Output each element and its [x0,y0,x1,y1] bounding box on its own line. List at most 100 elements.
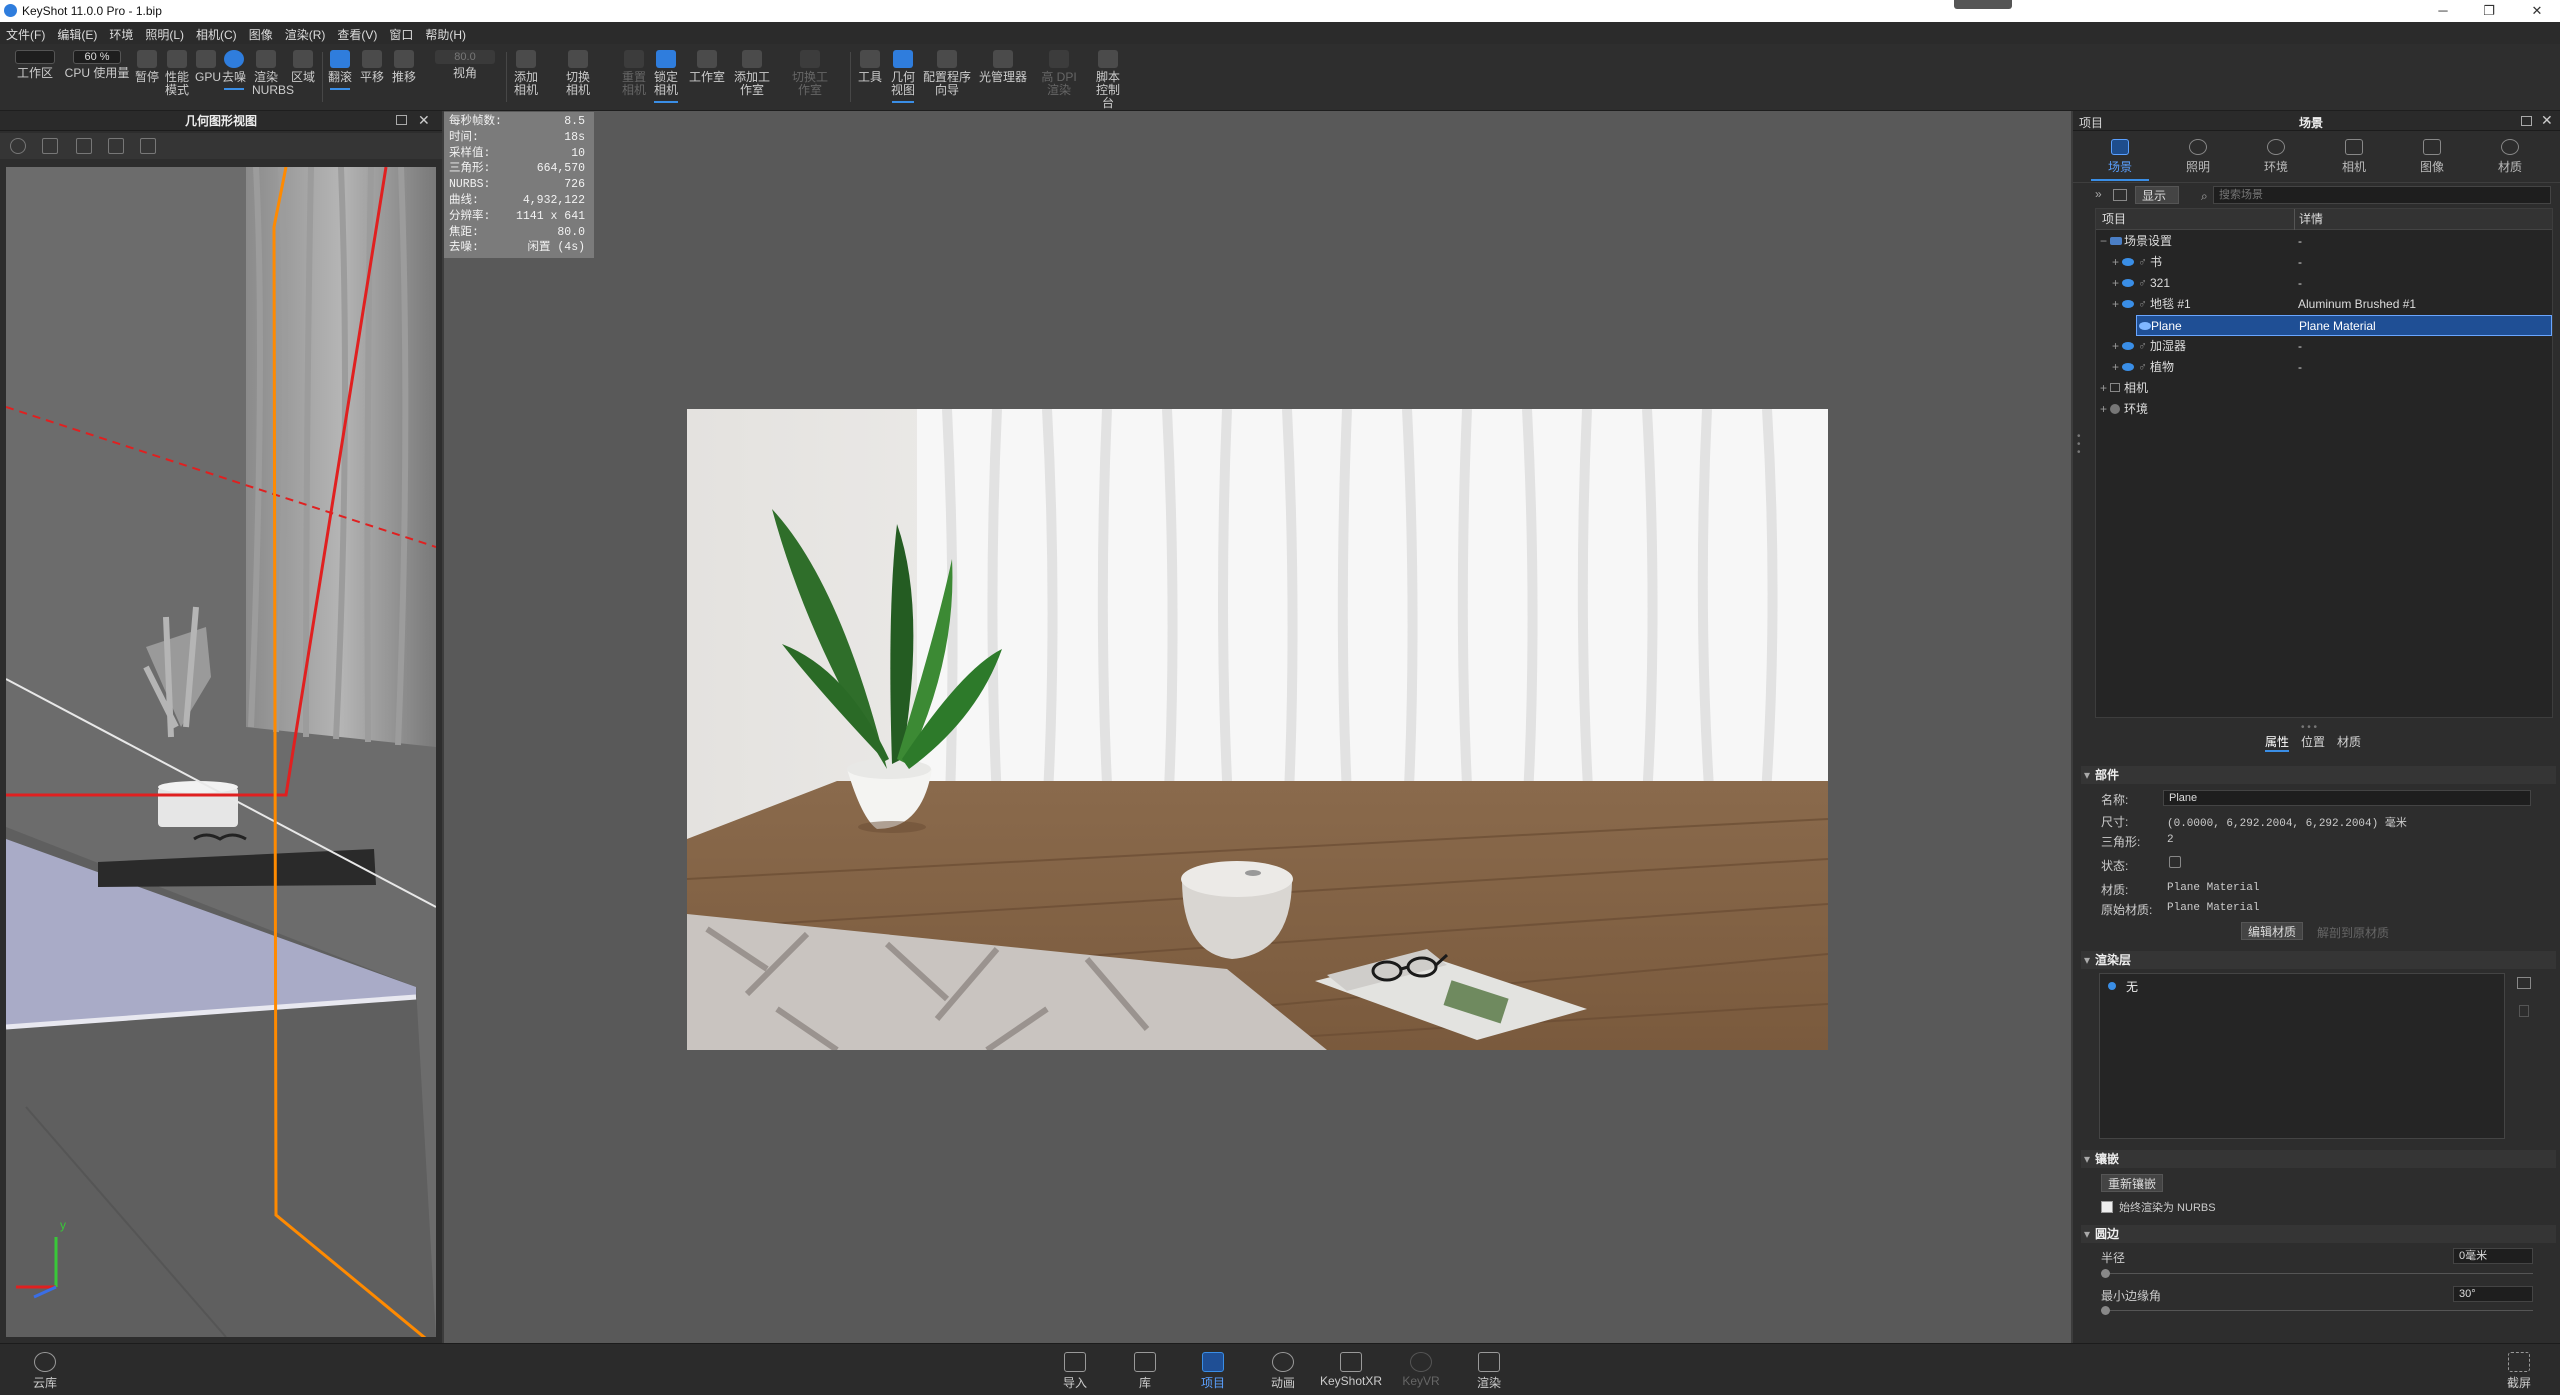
cpu-usage-button[interactable]: 60 % CPU 使用量 [64,50,130,80]
project-button[interactable]: 项目 [1188,1352,1238,1391]
close-panel-icon[interactable]: ✕ [2541,112,2553,129]
hidpi-render-button[interactable]: 高 DPI 渲染 [1040,50,1078,97]
eye-icon[interactable] [2139,322,2151,330]
cloud-library-button[interactable]: 云库 [20,1352,70,1391]
collapse-icon[interactable]: − [2100,231,2107,252]
library-button[interactable]: 库 [1120,1352,1170,1391]
configurator-wizard-button[interactable]: 配置程序向导 [922,50,972,97]
script-console-button[interactable]: 脚本控制台 [1088,50,1128,110]
section-part[interactable]: 部件 [2081,766,2556,784]
render-nurbs-button[interactable]: 渲染NURBS [250,50,294,97]
edit-material-button[interactable]: 编辑材质 [2241,922,2304,940]
expand-icon[interactable]: + [2100,399,2107,420]
switch-studio-button[interactable]: 切换工作室 [786,50,834,97]
tree-row-321[interactable]: + ♂ 321 - [2096,273,2552,294]
eye-icon[interactable] [2122,279,2134,287]
expand-icon[interactable]: + [2112,294,2119,315]
tab-lighting[interactable]: 照明 [2163,135,2233,181]
display-filter-dropdown[interactable]: 显示 [2135,186,2179,204]
retessellate-button[interactable]: 重新镶嵌 [2101,1174,2164,1192]
settings-icon[interactable] [10,138,26,154]
minimize-icon[interactable]: ─ [2424,1,2462,21]
reset-camera-button[interactable]: 重置相机 [618,50,650,97]
tab-scene[interactable]: 场景 [2085,135,2155,181]
denoise-button[interactable]: 去噪 [220,50,248,90]
tab-material[interactable]: 材质 [2475,135,2545,181]
radius-field[interactable]: 0毫米 [2453,1248,2533,1264]
section-rounding[interactable]: 圆边 [2081,1225,2556,1243]
tree-row-scene-settings[interactable]: − 场景设置 - [2096,231,2552,252]
trash-icon[interactable] [2519,1005,2529,1017]
always-nurbs-checkbox[interactable] [2101,1201,2113,1213]
expand-icon[interactable]: + [2112,357,2119,378]
fov-field[interactable]: 80.0 [435,50,495,64]
add-camera-button[interactable]: 添加相机 [510,50,542,97]
lock-camera-button[interactable]: 锁定相机 [650,50,682,103]
tab-environment[interactable]: 环境 [2241,135,2311,181]
section-tessellation[interactable]: 镶嵌 [2081,1150,2556,1168]
eye-icon[interactable] [2122,300,2134,308]
dolly-button[interactable]: 推移 [390,50,418,84]
expand-icon[interactable]: + [2112,273,2119,294]
gpu-button[interactable]: GPU [195,50,221,84]
render-layer-list[interactable]: 无 [2099,973,2505,1139]
pan-button[interactable]: 平移 [358,50,386,84]
cube-icon[interactable] [42,138,58,154]
expand-icon[interactable]: + [2112,252,2119,273]
close-panel-icon[interactable]: ✕ [418,112,430,129]
close-icon[interactable]: ✕ [2518,1,2556,21]
link-icon[interactable] [2113,189,2127,201]
axes-icon[interactable] [140,138,156,154]
section-render-layer[interactable]: 渲染层 [2081,951,2556,969]
pause-button[interactable]: 暂停 [134,50,160,84]
tree-row-humidifier[interactable]: + ♂ 加湿器 - [2096,336,2552,357]
studio-button[interactable]: 工作室 [688,50,726,84]
subtab-material[interactable]: 材质 [2337,733,2361,750]
cpu-percent-field[interactable]: 60 % [73,50,121,64]
eye-icon[interactable] [2122,342,2134,350]
expand-icon[interactable]: » [2095,187,2102,201]
tree-row-book[interactable]: + ♂ 书 - [2096,252,2552,273]
eye-icon[interactable] [2122,258,2134,266]
screenshot-button[interactable]: 截屏 [2494,1352,2544,1391]
min-angle-slider-track[interactable] [2101,1310,2533,1311]
add-studio-button[interactable]: 添加工作室 [732,50,772,97]
splitter-handle[interactable]: • • • [2077,432,2081,458]
tree-row-rug[interactable]: + ♂ 地毯 #1 Aluminum Brushed #1 [2096,294,2552,315]
tree-row-plane[interactable]: Plane Plane Material [2136,315,2552,336]
min-angle-slider-handle[interactable] [2101,1306,2110,1315]
part-name-field[interactable]: Plane [2163,790,2531,806]
camera-icon[interactable] [76,138,92,154]
animation-button[interactable]: 动画 [1258,1352,1308,1391]
undock-icon[interactable] [396,115,407,125]
undock-icon[interactable] [2521,116,2532,126]
subtab-properties[interactable]: 属性 [2265,733,2290,752]
layer-none-label[interactable]: 无 [2126,978,2138,995]
workspace-button[interactable]: 工作区 [12,50,58,80]
expand-icon[interactable]: + [2112,336,2119,357]
tools-button[interactable]: 工具 [856,50,884,84]
keyshotxr-button[interactable]: KeyShotXR [1316,1352,1386,1388]
maximize-icon[interactable]: ❐ [2470,1,2508,21]
tumble-button[interactable]: 翻滚 [326,50,354,90]
subtab-position[interactable]: 位置 [2301,733,2325,750]
tree-row-environments[interactable]: + 环境 [2096,399,2552,420]
keyvr-button[interactable]: KeyVR [1396,1352,1446,1388]
workspace-dropdown[interactable] [15,50,55,64]
layers-icon[interactable] [2517,977,2531,989]
tab-image[interactable]: 图像 [2397,135,2467,181]
performance-mode-button[interactable]: 性能模式 [162,50,192,97]
switch-camera-button[interactable]: 切换相机 [556,50,600,97]
tree-row-cameras[interactable]: + 相机 [2096,378,2552,399]
scene-search-input[interactable] [2213,186,2551,204]
tree-row-plant[interactable]: + ♂ 植物 - [2096,357,2552,378]
geometry-view-button[interactable]: 几何视图 [888,50,918,103]
radius-slider-handle[interactable] [2101,1269,2110,1278]
expand-icon[interactable]: + [2100,378,2107,399]
geometry-viewport[interactable]: y [6,167,436,1337]
eye-icon[interactable] [2122,363,2134,371]
perspective-control[interactable]: 80.0 视角 [428,50,502,80]
light-manager-button[interactable]: 光管理器 [976,50,1030,84]
radius-slider-track[interactable] [2101,1273,2533,1274]
min-angle-field[interactable]: 30° [2453,1286,2533,1302]
